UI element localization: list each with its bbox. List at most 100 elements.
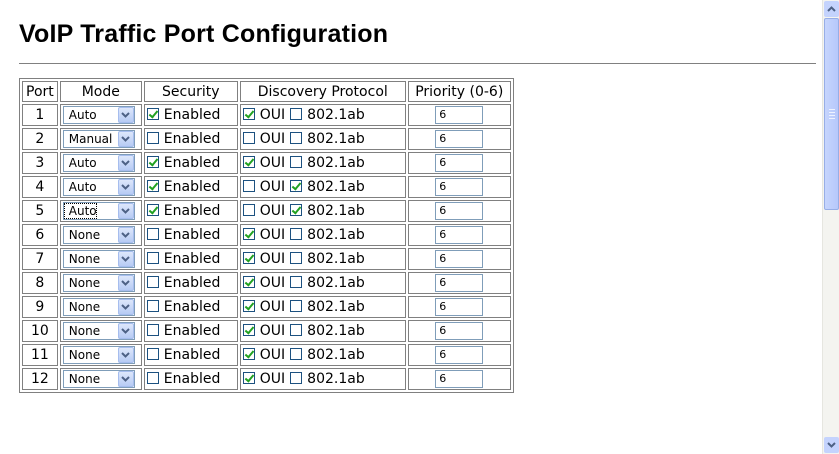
- oui-checkbox[interactable]: [242, 228, 255, 240]
- security-checkbox[interactable]: [146, 324, 159, 336]
- lldp-checkbox[interactable]: [290, 324, 303, 336]
- security-checkbox[interactable]: [146, 372, 159, 384]
- mode-cell: Auto: [59, 200, 142, 222]
- priority-input[interactable]: 6: [435, 130, 484, 148]
- port-number: 5: [22, 200, 58, 222]
- oui-checkbox[interactable]: [242, 108, 255, 120]
- chevron-down-icon[interactable]: [117, 155, 134, 171]
- security-checkbox[interactable]: [146, 276, 159, 288]
- table-row: 1 Auto Enabled OUI 802.1ab 6: [22, 104, 511, 126]
- lldp-checkbox[interactable]: [290, 108, 303, 120]
- priority-input[interactable]: 6: [435, 274, 484, 292]
- security-label: Enabled: [163, 107, 221, 123]
- lldp-checkbox[interactable]: [290, 180, 303, 192]
- security-checkbox[interactable]: [146, 180, 159, 192]
- chevron-down-icon[interactable]: [117, 179, 134, 195]
- priority-cell: 6: [407, 104, 511, 126]
- mode-select[interactable]: None: [62, 274, 135, 292]
- priority-cell: 6: [407, 224, 511, 246]
- oui-checkbox[interactable]: [242, 372, 255, 384]
- chevron-down-icon[interactable]: [117, 203, 134, 219]
- mode-select[interactable]: None: [62, 322, 135, 340]
- mode-select[interactable]: None: [62, 226, 135, 244]
- chevron-down-icon[interactable]: [117, 251, 134, 267]
- mode-cell: None: [59, 368, 142, 390]
- vertical-scrollbar[interactable]: [822, 0, 839, 454]
- mode-select[interactable]: None: [62, 346, 135, 364]
- chevron-down-icon[interactable]: [117, 107, 134, 123]
- priority-input[interactable]: 6: [435, 250, 484, 268]
- header-security: Security: [143, 81, 238, 102]
- mode-select[interactable]: Auto: [62, 202, 135, 220]
- oui-checkbox[interactable]: [242, 324, 255, 336]
- priority-input[interactable]: 6: [435, 226, 484, 244]
- header-port: Port: [22, 81, 58, 102]
- lldp-checkbox[interactable]: [290, 132, 303, 144]
- table-row: 9 None Enabled OUI 802.1ab 6: [22, 296, 511, 318]
- priority-input[interactable]: 6: [435, 154, 484, 172]
- oui-checkbox[interactable]: [242, 156, 255, 168]
- discovery-cell: OUI 802.1ab: [239, 296, 406, 318]
- scrollbar-thumb[interactable]: [824, 18, 839, 210]
- chevron-down-icon[interactable]: [117, 227, 134, 243]
- priority-input[interactable]: 6: [435, 178, 484, 196]
- header-mode: Mode: [59, 81, 142, 102]
- oui-checkbox[interactable]: [242, 276, 255, 288]
- security-checkbox[interactable]: [146, 156, 159, 168]
- oui-checkbox[interactable]: [242, 204, 255, 216]
- arrow-up-icon[interactable]: [824, 1, 839, 17]
- mode-cell: Manual: [59, 128, 142, 150]
- lldp-checkbox[interactable]: [290, 228, 303, 240]
- oui-label: OUI: [259, 107, 286, 123]
- chevron-down-icon[interactable]: [117, 323, 134, 339]
- security-checkbox[interactable]: [146, 252, 159, 264]
- priority-input[interactable]: 6: [435, 106, 484, 124]
- lldp-label: 802.1ab: [307, 251, 365, 267]
- chevron-down-icon[interactable]: [117, 347, 134, 363]
- lldp-checkbox[interactable]: [290, 300, 303, 312]
- discovery-cell: OUI 802.1ab: [239, 224, 406, 246]
- chevron-down-icon[interactable]: [117, 299, 134, 315]
- priority-cell: 6: [407, 272, 511, 294]
- security-checkbox[interactable]: [146, 132, 159, 144]
- mode-select[interactable]: Auto: [62, 106, 135, 124]
- mode-select[interactable]: None: [62, 370, 135, 388]
- priority-input[interactable]: 6: [435, 346, 484, 364]
- priority-input[interactable]: 6: [435, 370, 484, 388]
- security-label: Enabled: [163, 275, 221, 291]
- oui-checkbox[interactable]: [242, 252, 255, 264]
- chevron-down-icon[interactable]: [117, 371, 134, 387]
- mode-select[interactable]: Auto: [62, 178, 135, 196]
- arrow-down-icon[interactable]: [824, 437, 839, 453]
- security-checkbox[interactable]: [146, 228, 159, 240]
- lldp-checkbox[interactable]: [290, 204, 303, 216]
- lldp-checkbox[interactable]: [290, 276, 303, 288]
- discovery-cell: OUI 802.1ab: [239, 176, 406, 198]
- security-checkbox[interactable]: [146, 204, 159, 216]
- oui-label: OUI: [259, 371, 286, 387]
- mode-select[interactable]: None: [62, 250, 135, 268]
- mode-select[interactable]: Auto: [62, 154, 135, 172]
- oui-checkbox[interactable]: [242, 300, 255, 312]
- security-checkbox[interactable]: [146, 348, 159, 360]
- priority-input[interactable]: 6: [435, 322, 484, 340]
- priority-cell: 6: [407, 368, 511, 390]
- oui-checkbox[interactable]: [242, 132, 255, 144]
- lldp-checkbox[interactable]: [290, 372, 303, 384]
- lldp-checkbox[interactable]: [290, 156, 303, 168]
- priority-input[interactable]: 6: [435, 298, 484, 316]
- mode-select[interactable]: Manual: [62, 130, 135, 148]
- security-checkbox[interactable]: [146, 108, 159, 120]
- oui-checkbox[interactable]: [242, 180, 255, 192]
- oui-checkbox[interactable]: [242, 348, 255, 360]
- lldp-checkbox[interactable]: [290, 252, 303, 264]
- chevron-down-icon[interactable]: [117, 275, 134, 291]
- lldp-checkbox[interactable]: [290, 348, 303, 360]
- security-label: Enabled: [163, 203, 221, 219]
- security-checkbox[interactable]: [146, 300, 159, 312]
- oui-label: OUI: [259, 299, 286, 315]
- chevron-down-icon[interactable]: [117, 131, 134, 147]
- priority-input[interactable]: 6: [435, 202, 484, 220]
- mode-cell: Auto: [59, 104, 142, 126]
- mode-select[interactable]: None: [62, 298, 135, 316]
